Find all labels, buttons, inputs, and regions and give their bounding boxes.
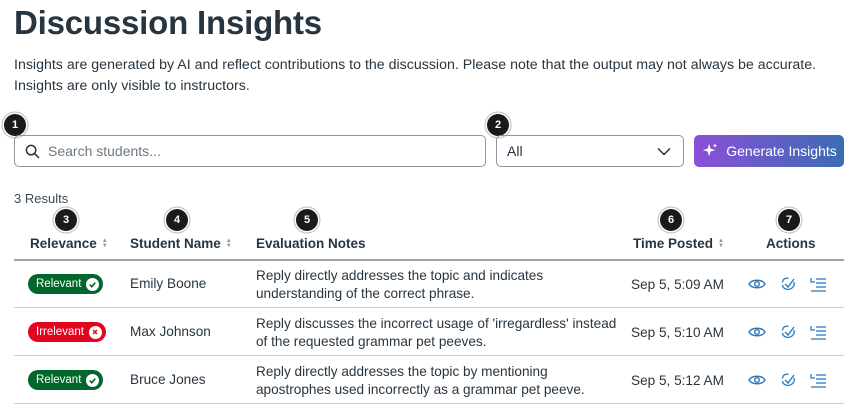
check-icon xyxy=(86,277,100,291)
row-divider xyxy=(14,307,844,308)
page-description: Insights are generated by AI and reflect… xyxy=(14,57,817,94)
callout-5: 5 xyxy=(296,209,318,231)
column-header-student-name[interactable]: Student Name ▲ ▼ xyxy=(130,236,232,251)
row-actions xyxy=(748,324,827,340)
row-divider xyxy=(14,403,844,404)
student-name: Max Johnson xyxy=(130,324,211,339)
check-icon xyxy=(86,373,100,387)
callout-7: 7 xyxy=(778,209,800,231)
row-actions xyxy=(748,276,827,292)
results-count: 3 Results xyxy=(14,191,69,206)
column-header-evaluation-notes: Evaluation Notes xyxy=(256,236,366,251)
relevance-badge: Relevant xyxy=(28,274,104,294)
review-check-icon[interactable] xyxy=(780,372,796,388)
review-check-icon[interactable] xyxy=(780,276,796,292)
column-label-relevance: Relevance xyxy=(30,236,97,251)
review-check-icon[interactable] xyxy=(780,324,796,340)
column-header-relevance[interactable]: Relevance ▲ ▼ xyxy=(30,236,108,251)
callout-2: 2 xyxy=(487,114,509,136)
relevance-badge-label: Irrelevant xyxy=(36,326,84,338)
sort-icon: ▲ ▼ xyxy=(225,237,232,249)
sort-icon: ▲ ▼ xyxy=(101,237,108,249)
sparkle-icon xyxy=(703,143,718,157)
notes-line: Reply directly addresses the topic and i… xyxy=(256,268,544,283)
list-details-icon[interactable] xyxy=(810,277,827,292)
generate-insights-label: Generate Insights xyxy=(726,143,837,159)
callout-1: 1 xyxy=(4,114,26,136)
page-title: Discussion Insights xyxy=(14,4,322,41)
time-posted: Sep 5, 5:10 AM xyxy=(631,325,724,340)
column-label-evaluation-notes: Evaluation Notes xyxy=(256,236,366,251)
relevance-badge-label: Relevant xyxy=(36,278,82,290)
notes-line: of the requested grammar pet peeves. xyxy=(256,334,487,349)
row-divider xyxy=(14,355,844,356)
callout-4: 4 xyxy=(166,209,188,231)
eye-icon[interactable] xyxy=(748,325,766,339)
callout-6: 6 xyxy=(660,209,682,231)
search-icon xyxy=(25,144,40,158)
eye-icon[interactable] xyxy=(748,277,766,291)
table-header-divider xyxy=(14,259,844,261)
column-label-actions: Actions xyxy=(766,236,816,251)
notes-line: apostrophes used incorrectly as a gramma… xyxy=(256,382,585,397)
notes-line: Reply directly addresses the topic by me… xyxy=(256,364,548,379)
relevance-badge: Irrelevant xyxy=(28,322,106,342)
evaluation-notes: Reply discusses the incorrect usage of '… xyxy=(256,315,616,351)
relevance-badge: Relevant xyxy=(28,370,104,390)
relevance-filter-select[interactable]: All xyxy=(496,135,684,167)
relevance-badge-label: Relevant xyxy=(36,374,82,386)
student-name: Bruce Jones xyxy=(130,372,206,387)
time-posted: Sep 5, 5:09 AM xyxy=(631,277,724,292)
evaluation-notes: Reply directly addresses the topic and i… xyxy=(256,267,543,303)
column-header-time-posted[interactable]: Time Posted ▲ ▼ xyxy=(633,236,724,251)
list-details-icon[interactable] xyxy=(810,325,827,340)
callout-3: 3 xyxy=(55,209,77,231)
sort-icon: ▲ ▼ xyxy=(718,237,724,249)
chevron-down-icon xyxy=(657,147,671,156)
column-label-student-name: Student Name xyxy=(130,236,221,251)
search-box[interactable] xyxy=(14,135,486,167)
x-icon xyxy=(88,325,102,339)
list-details-icon[interactable] xyxy=(810,373,827,388)
row-actions xyxy=(748,372,827,388)
filter-selected-value: All xyxy=(507,143,523,159)
generate-insights-button[interactable]: Generate Insights xyxy=(694,135,844,167)
column-label-time-posted: Time Posted xyxy=(633,236,714,251)
search-input[interactable] xyxy=(48,143,448,159)
notes-line: Reply discusses the incorrect usage of '… xyxy=(256,316,617,331)
notes-line: understanding of the correct phrase. xyxy=(256,286,475,301)
time-posted: Sep 5, 5:12 AM xyxy=(631,373,724,388)
eye-icon[interactable] xyxy=(748,373,766,387)
student-name: Emily Boone xyxy=(130,276,207,291)
evaluation-notes: Reply directly addresses the topic by me… xyxy=(256,363,585,399)
column-header-actions: Actions xyxy=(766,236,816,251)
